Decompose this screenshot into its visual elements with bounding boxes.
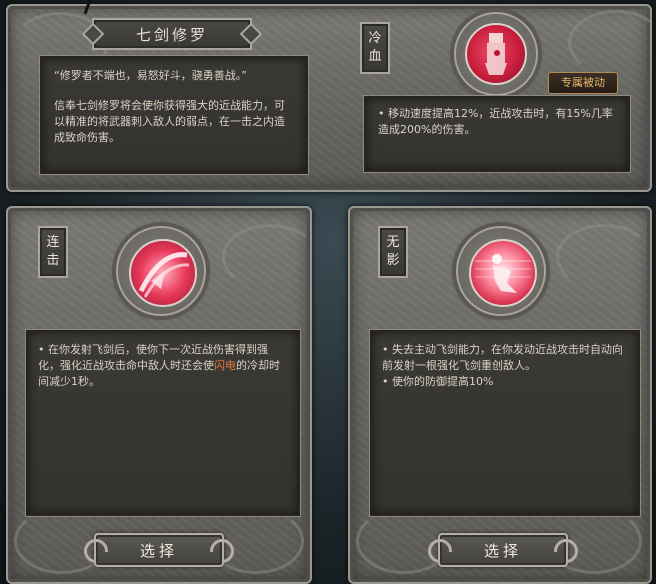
left-skill-desc-box: • 在你发射飞剑后，使你下一次近战伤害得到强化，强化近战攻击命中敌人时还会使闪电… [26, 330, 300, 516]
right-skill-desc-box: • 失去主动飞剑能力，在你发动近战攻击时自动向前发射一根强化飞剑重创敌人。 • … [370, 330, 640, 516]
class-quote: “修罗者不端也，易怒好斗，骁勇善战。” [54, 69, 247, 82]
passive-skill-name: 冷血 [360, 22, 390, 74]
passive-skill-desc: • 移动速度提高12%，近战攻击时，有15%几率造成200%的伤害。 [378, 107, 613, 136]
right-skill-medal [456, 226, 546, 316]
select-button-left[interactable]: 选择 [79, 533, 239, 568]
left-skill-desc: • 在你发射飞剑后，使你下一次近战伤害得到强化，强化近战攻击命中敌人时还会使闪电… [38, 342, 288, 390]
cloud-ornament [568, 10, 656, 76]
select-label-right: 选择 [483, 541, 522, 560]
select-label-left: 选择 [139, 541, 178, 560]
select-button-right[interactable]: 选择 [423, 533, 583, 568]
right-skill-desc-line2: • 使你的防御提高10% [382, 375, 494, 388]
class-description-box: “修罗者不端也，易怒好斗，骁勇善战。” 信奉七剑修罗将会使你获得强大的近战能力，… [40, 56, 308, 174]
cloud-ornament [556, 224, 652, 290]
class-description: 信奉七剑修罗将会使你获得强大的近战能力，可以精准的将武器刺入敌人的弱点，在一击之… [54, 99, 285, 144]
cloud-ornament [222, 224, 318, 290]
left-skill-name: 连击 [38, 226, 68, 278]
passive-skill-desc-box: • 移动速度提高12%，近战攻击时，有15%几率造成200%的伤害。 [364, 96, 630, 172]
class-title-text: 七剑修罗 [135, 25, 208, 44]
left-skill-desc-highlight: 闪电 [214, 359, 236, 372]
kneeling-figure-icon [469, 239, 537, 307]
right-skill-desc-line1: • 失去主动飞剑能力，在你发动近战攻击时自动向前发射一根强化飞剑重创敌人。 [382, 343, 623, 372]
right-skill-name: 无影 [378, 226, 408, 278]
slash-strike-icon [129, 239, 197, 307]
passive-skill-medal [454, 12, 538, 96]
left-skill-medal [116, 226, 206, 316]
class-title: 七剑修罗 [92, 18, 252, 50]
exclusive-passive-tag: 专属被动 [548, 72, 618, 94]
bleeding-fist-icon [465, 23, 527, 85]
